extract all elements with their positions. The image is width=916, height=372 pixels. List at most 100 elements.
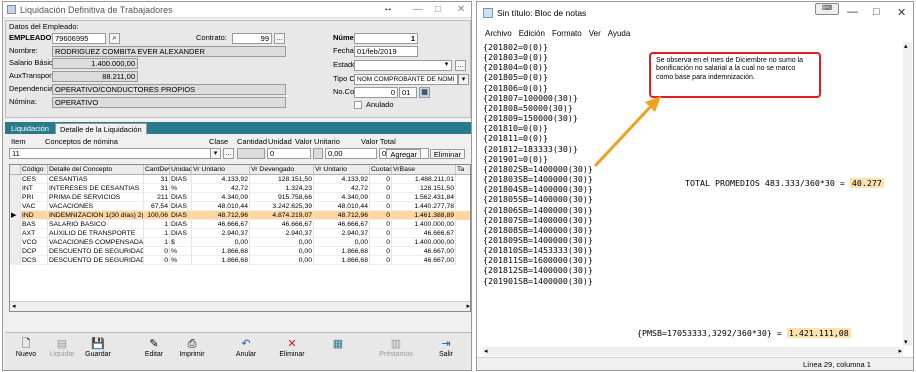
table-cell: 1.866,68 [314, 256, 370, 265]
liquidar-button[interactable]: ▤ Liquidar [45, 337, 79, 367]
valor-unitario-field[interactable]: 0,00 [325, 148, 377, 159]
table-row[interactable]: DCPDESCUENTO DE SEGURIDAD SO0%1.866,680,… [10, 247, 470, 256]
table-row[interactable]: PRI PRIMA DE SERVICIOS 211 DIAS 4.340,09 915.… [10, 193, 470, 202]
scroll-right-icon[interactable]: ▸ [898, 347, 902, 355]
calculator-button[interactable]: ▦ [321, 337, 355, 367]
eliminar-item-button[interactable]: Eliminar [429, 149, 465, 159]
minimize-icon[interactable]: — [413, 4, 423, 15]
table-cell: 48.010,44 [314, 202, 370, 211]
concepto-lookup-button[interactable]: … [223, 148, 234, 159]
chevron-down-icon[interactable]: ▾ [210, 148, 221, 159]
table-row[interactable]: VCO VACACIONES COMPENSADAS 1 $0,00 0,00 0,00 0… [10, 238, 470, 247]
scroll-up-icon[interactable]: ▴ [904, 42, 908, 50]
new-file-icon: 🗋 [21, 338, 31, 350]
keyboard-icon[interactable]: ⌨ [815, 3, 839, 15]
col-clase-label: Clase [209, 137, 229, 146]
menu-ver[interactable]: Ver [589, 29, 601, 38]
total-promedios-text: TOTAL PROMEDIOS 483.333/360*30 = [685, 178, 845, 188]
nuevo-label: Nuevo [15, 351, 37, 358]
col-unidad-label: Unidad [268, 137, 292, 146]
menu-archivo[interactable]: Archivo [485, 29, 512, 38]
menu-edicion[interactable]: Edición [519, 29, 545, 38]
delete-icon: ✕ [287, 338, 297, 350]
imprimir-button[interactable]: ⎙ Imprimir [175, 337, 209, 367]
row-indicator[interactable] [10, 220, 21, 229]
row-indicator[interactable] [10, 229, 21, 238]
table-cell: INTERESES DE CESANTIAS [48, 184, 144, 193]
editar-button[interactable]: ✎ Editar [137, 337, 171, 367]
window-title: Liquidación Definitiva de Trabajadores [20, 5, 173, 15]
row-indicator[interactable] [10, 256, 21, 265]
grid-hscrollbar[interactable]: ◂ ▸ [10, 301, 470, 311]
row-indicator[interactable]: ▶ [10, 211, 21, 220]
table-row[interactable]: CES CESANTIAS 31 DIAS 4.133,92 128.151,50 4.13… [10, 175, 470, 184]
table-cell: 128.151,50 [392, 184, 456, 193]
app-icon [7, 5, 16, 14]
table-cell: 0 [144, 247, 170, 256]
tab-detalle[interactable]: Detalle de la Liquidación [55, 123, 147, 134]
table-row[interactable]: VAC VACACIONES 67,54 DIAS 48.010,44 3.242.625… [10, 202, 470, 211]
row-indicator[interactable] [10, 175, 21, 184]
eliminar-button[interactable]: ✕ Eliminar [275, 337, 309, 367]
table-cell: 1.324,23 [250, 184, 314, 193]
maximize-icon[interactable]: □ [435, 4, 441, 15]
minimize-icon[interactable]: — [847, 6, 858, 18]
resize-arrows-icon[interactable]: ↔ [383, 3, 393, 14]
vertical-scrollbar[interactable]: ▴ ▾ [903, 42, 912, 346]
table-row[interactable]: BAS SALARIO BASICO 1 DIAS 46.666,67 46.666,67… [10, 220, 470, 229]
search-icon[interactable]: ⌕ [109, 33, 120, 44]
scroll-left-icon[interactable]: ◂ [484, 347, 488, 355]
row-indicator[interactable] [10, 193, 21, 202]
notepad-title-bar: Sin título: Bloc de notas ⌨ — □ ✕ [477, 2, 913, 22]
estado-select[interactable] [354, 60, 452, 71]
guardar-button[interactable]: 💾 Guardar [81, 337, 115, 367]
maximize-icon[interactable]: □ [873, 6, 880, 18]
nocomp-suffix-field[interactable]: 01 [399, 87, 417, 98]
table-row[interactable]: ▶ IND INDEMNIZACION 1(30 días) 2(20 100,06 D… [10, 211, 470, 220]
menu-formato[interactable]: Formato [552, 29, 582, 38]
contrato-field[interactable]: 99 [232, 33, 272, 44]
tipo-comp-select[interactable]: NOM COMPROBANTE DE NOMI [354, 74, 458, 85]
scroll-down-icon[interactable]: ▾ [904, 338, 908, 346]
item-field[interactable]: 11 [9, 148, 217, 159]
imprimir-label: Imprimir [179, 351, 205, 358]
close-icon[interactable]: ✕ [897, 6, 906, 19]
table-cell: 4.133,92 [314, 175, 370, 184]
table-cell: 42,72 [314, 184, 370, 193]
menu-ayuda[interactable]: Ayuda [608, 29, 631, 38]
table-row[interactable]: INT INTERESES DE CESANTIAS 31% 42,72 1.324,2… [10, 184, 470, 193]
table-cell: 0,00 [250, 238, 314, 247]
fecha-field[interactable]: 01/feb/2019 [354, 46, 418, 57]
row-indicator[interactable] [10, 202, 21, 211]
nocomp-field[interactable]: 0 [354, 87, 398, 98]
table-row[interactable]: AXT AUXILIO DE TRANSPORTE 1 DIAS 2.940,37 2.9… [10, 229, 470, 238]
anulado-checkbox[interactable] [354, 101, 362, 109]
contrato-lookup-button[interactable]: … [274, 33, 285, 44]
scroll-left-icon[interactable]: ◂ [12, 302, 16, 310]
table-row[interactable]: DCSDESCUENTO DE SEGURIDAD SO0%1.866,680,… [10, 256, 470, 265]
tab-liquidacion[interactable]: Liquidación [7, 123, 53, 134]
nuevo-button[interactable]: 🗋 Nuevo [9, 337, 43, 367]
prestamos-button[interactable]: ▥ Préstamos [379, 337, 413, 367]
table-cell: 0 [370, 238, 392, 247]
cantidad-field[interactable]: 0 [267, 148, 311, 159]
anular-button[interactable]: ↶ Anular [229, 337, 263, 367]
row-indicator[interactable] [10, 247, 21, 256]
agregar-button[interactable]: Agregar [386, 149, 421, 159]
numero-field[interactable]: 1 [354, 33, 418, 44]
chevron-down-icon[interactable]: ▾ [458, 74, 469, 85]
estado-lookup-button[interactable]: … [455, 60, 466, 71]
row-indicator[interactable] [10, 184, 21, 193]
grid-icon[interactable]: ▦ [419, 87, 430, 98]
scroll-right-icon[interactable]: ▸ [466, 302, 470, 310]
table-cell: 0 [144, 256, 170, 265]
horizontal-scrollbar[interactable]: ◂ ▸ [483, 347, 903, 356]
salir-button[interactable]: ⇥ Salir [429, 337, 463, 367]
empleado-field[interactable]: 79606995 [52, 33, 106, 44]
chevron-down-icon[interactable]: ▾ [441, 60, 452, 71]
close-icon[interactable]: ✕ [457, 4, 465, 15]
calculator-icon: ▦ [332, 338, 344, 350]
table-cell: 1.562.431,84 [392, 193, 456, 202]
nomina-label: Nómina: [9, 97, 37, 106]
row-indicator[interactable] [10, 238, 21, 247]
